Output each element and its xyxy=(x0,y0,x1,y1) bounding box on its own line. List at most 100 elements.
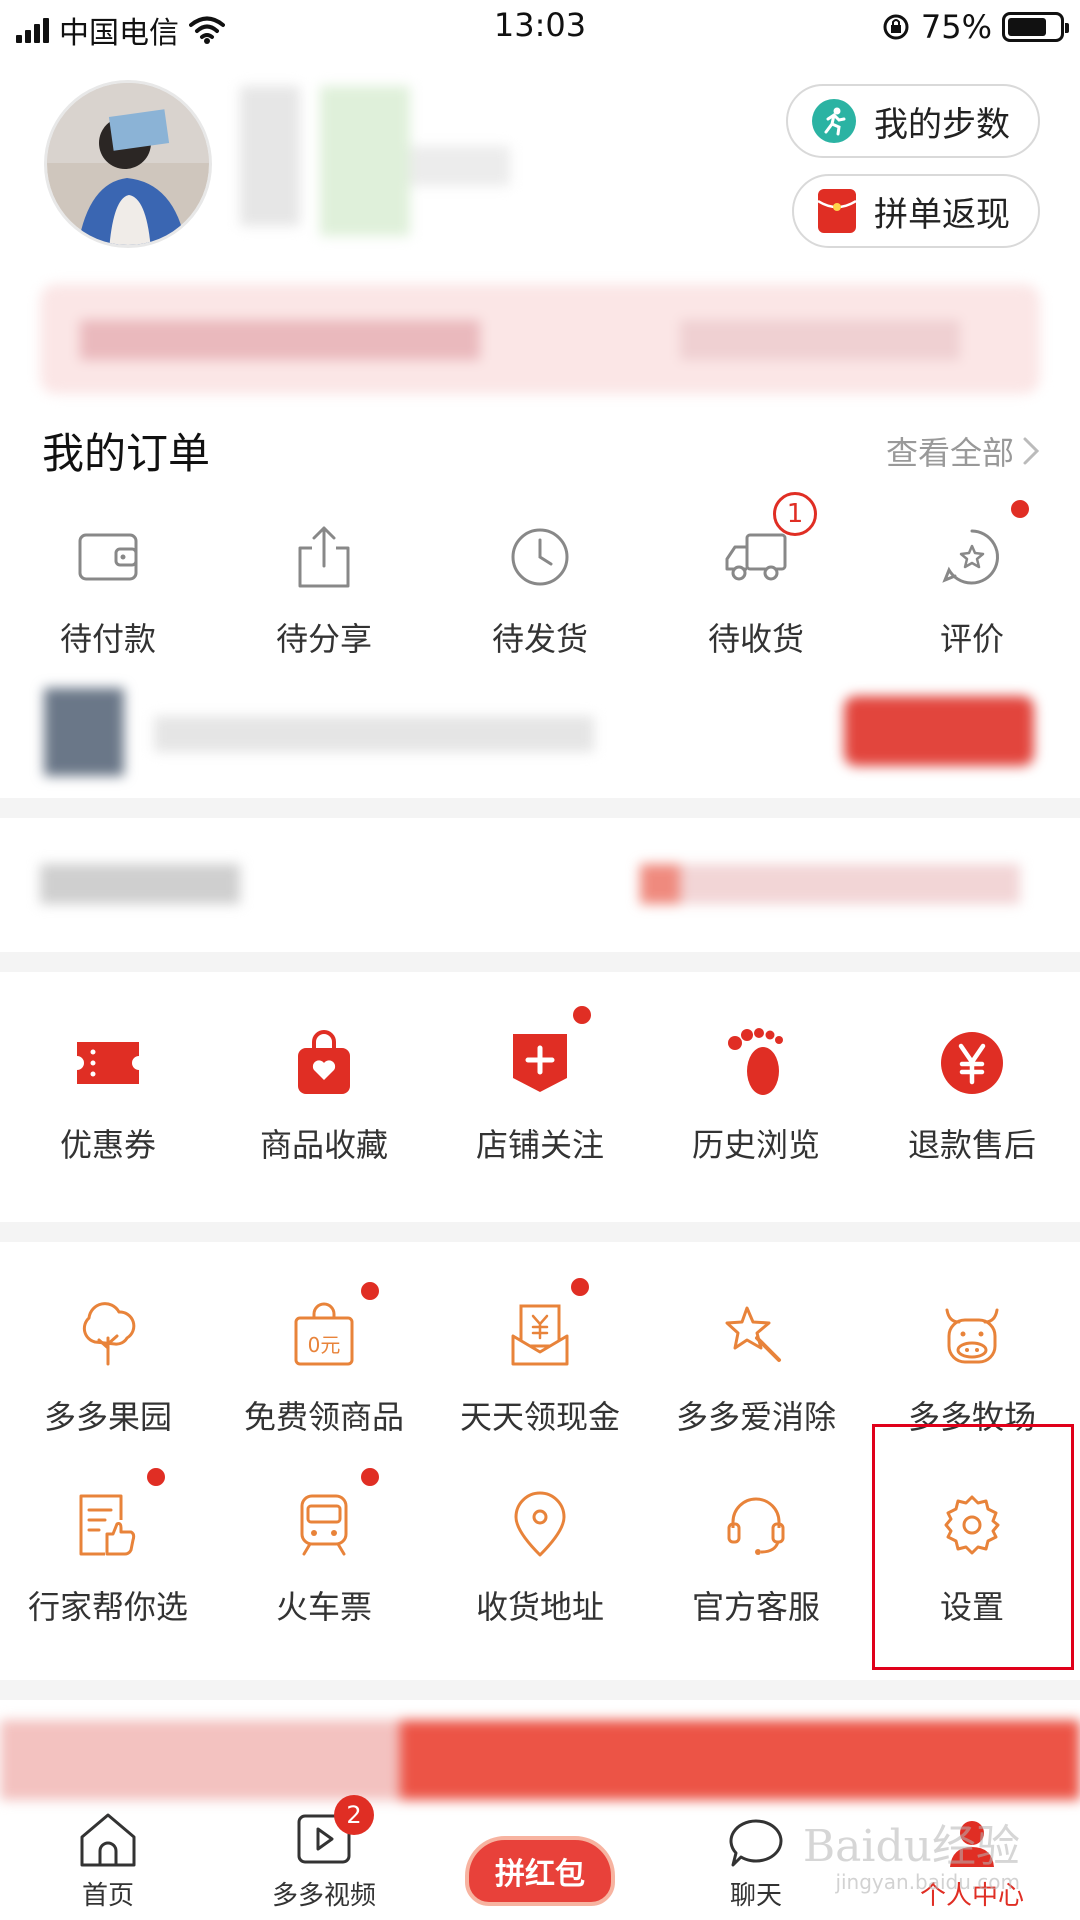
avatar[interactable] xyxy=(44,80,212,248)
free-goods-entry[interactable]: 0元 免费领商品 xyxy=(216,1280,432,1438)
daily-cash-notification-dot xyxy=(569,1276,591,1298)
my-steps-button[interactable]: 我的步数 xyxy=(786,84,1040,158)
order-pending-share[interactable]: 待分享 xyxy=(216,512,432,660)
orchard-label: 多多果园 xyxy=(43,1398,172,1436)
tools-row-1: 多多果园 0元 免费领商品 天天领现金 多多爱消除 多多牧场 xyxy=(0,1276,1080,1438)
rotation-lock-icon xyxy=(883,14,909,40)
order-review[interactable]: 评价 xyxy=(864,498,1080,660)
nav-red-packet-label: 拼红包 xyxy=(495,1857,585,1892)
zero-yuan-text: 0元 xyxy=(308,1333,341,1357)
settings-highlight-box xyxy=(872,1424,1074,1670)
train-icon xyxy=(279,1466,381,1570)
order-pending-payment-label: 待付款 xyxy=(59,620,156,658)
watermark-url: jingyan.baidu.com xyxy=(835,1870,1020,1894)
refund-entry[interactable]: 退款售后 xyxy=(864,1018,1080,1166)
free-goods-notification-dot xyxy=(359,1280,381,1302)
customer-service-label: 官方客服 xyxy=(691,1588,820,1626)
train-ticket-label: 火车票 xyxy=(275,1588,372,1626)
orders-title: 我的订单 xyxy=(42,429,211,478)
status-right: 75% xyxy=(881,8,1069,46)
customer-service-entry[interactable]: 官方客服 xyxy=(648,1480,864,1628)
shop-follow-icon xyxy=(495,1004,593,1108)
star-wand-icon xyxy=(711,1290,801,1380)
pending-receipt-count-badge: 1 xyxy=(773,492,817,536)
cash-envelope-icon xyxy=(495,1276,591,1380)
truck-icon: 1 xyxy=(711,492,817,602)
share-icon xyxy=(279,512,369,602)
order-pending-shipment[interactable]: 待发货 xyxy=(432,512,648,660)
refund-label: 退款售后 xyxy=(907,1126,1036,1164)
shop-follow-entry[interactable]: 店铺关注 xyxy=(432,1004,648,1166)
address-label: 收货地址 xyxy=(475,1588,604,1626)
heart-bag-icon xyxy=(279,1018,369,1108)
expert-pick-label: 行家帮你选 xyxy=(27,1588,188,1626)
free-goods-label: 免费领商品 xyxy=(243,1398,404,1436)
nav-home[interactable]: 首页 xyxy=(0,1780,216,1920)
favorites-entry[interactable]: 商品收藏 xyxy=(216,1018,432,1166)
train-ticket-notification-dot xyxy=(359,1466,381,1488)
my-steps-label: 我的步数 xyxy=(874,104,1010,145)
chat-icon xyxy=(729,1819,783,1867)
video-count-badge: 2 xyxy=(334,1795,374,1835)
view-all-label: 查看全部 xyxy=(885,434,1014,472)
history-entry[interactable]: 历史浏览 xyxy=(648,1018,864,1166)
group-cashback-button[interactable]: 拼单返现 xyxy=(792,174,1040,248)
order-pending-receipt[interactable]: 1 待收货 xyxy=(648,492,864,660)
watermark-brand: Baidu经验 xyxy=(802,1821,1020,1872)
view-all-orders-link[interactable]: 查看全部 xyxy=(886,428,1040,474)
cow-icon xyxy=(927,1290,1017,1380)
train-ticket-entry[interactable]: 火车票 xyxy=(216,1466,432,1628)
footprint-icon xyxy=(711,1018,801,1108)
red-packet-icon: 拼红包 xyxy=(465,1836,615,1906)
divider xyxy=(0,1222,1080,1242)
services-row: 优惠券 商品收藏 店铺关注 历史浏览 退款售后 xyxy=(0,1004,1080,1166)
expert-pick-entry[interactable]: 行家帮你选 xyxy=(0,1466,216,1628)
thumbs-up-doc-icon xyxy=(63,1466,167,1570)
address-entry[interactable]: 收货地址 xyxy=(432,1480,648,1628)
nav-chat-label: 聊天 xyxy=(729,1881,782,1911)
username-blurred xyxy=(210,86,520,236)
favorites-label: 商品收藏 xyxy=(259,1126,388,1164)
battery-icon xyxy=(1002,12,1069,42)
daily-cash-entry[interactable]: 天天领现金 xyxy=(432,1276,648,1438)
order-pending-receipt-label: 待收货 xyxy=(707,620,804,658)
order-pending-share-label: 待分享 xyxy=(275,620,372,658)
blurred-order-preview xyxy=(44,688,1034,778)
battery-percent: 75% xyxy=(920,8,992,46)
coupon-entry[interactable]: 优惠券 xyxy=(0,1018,216,1166)
order-status-row: 待付款 待分享 待发货 1 待收货 评价 xyxy=(0,492,1080,660)
nav-video[interactable]: 2 多多视频 xyxy=(216,1780,432,1920)
divider xyxy=(0,952,1080,972)
nav-red-packet[interactable]: 拼红包 xyxy=(432,1780,648,1920)
location-pin-icon xyxy=(495,1480,585,1570)
match-game-label: 多多爱消除 xyxy=(675,1398,836,1436)
yuan-icon xyxy=(927,1018,1017,1108)
orchard-entry[interactable]: 多多果园 xyxy=(0,1290,216,1438)
coupon-icon xyxy=(63,1018,153,1108)
shop-follow-notification-dot xyxy=(571,1004,593,1026)
ranch-entry[interactable]: 多多牧场 xyxy=(864,1290,1080,1438)
shop-follow-label: 店铺关注 xyxy=(475,1126,604,1164)
tree-icon xyxy=(63,1290,153,1380)
headset-icon xyxy=(711,1480,801,1570)
zero-yuan-bag-icon: 0元 xyxy=(279,1280,381,1380)
history-label: 历史浏览 xyxy=(691,1126,820,1164)
divider xyxy=(0,1680,1080,1700)
status-bar: 中国电信 13:03 75% xyxy=(0,0,1080,56)
star-bubble-icon xyxy=(927,498,1031,602)
divider xyxy=(0,798,1080,818)
nav-home-label: 首页 xyxy=(81,1881,134,1911)
home-icon xyxy=(80,1813,136,1867)
order-pending-shipment-label: 待发货 xyxy=(491,620,588,658)
order-pending-payment[interactable]: 待付款 xyxy=(0,512,216,660)
order-review-label: 评价 xyxy=(939,620,1004,658)
daily-cash-label: 天天领现金 xyxy=(459,1398,620,1436)
coupon-label: 优惠券 xyxy=(59,1126,156,1164)
blurred-banner xyxy=(40,284,1040,394)
match-game-entry[interactable]: 多多爱消除 xyxy=(648,1290,864,1438)
clock-icon xyxy=(495,512,585,602)
wallet-icon xyxy=(63,512,153,602)
chevron-right-icon xyxy=(1023,437,1040,465)
red-envelope-icon xyxy=(818,189,856,233)
expert-pick-notification-dot xyxy=(145,1466,167,1488)
